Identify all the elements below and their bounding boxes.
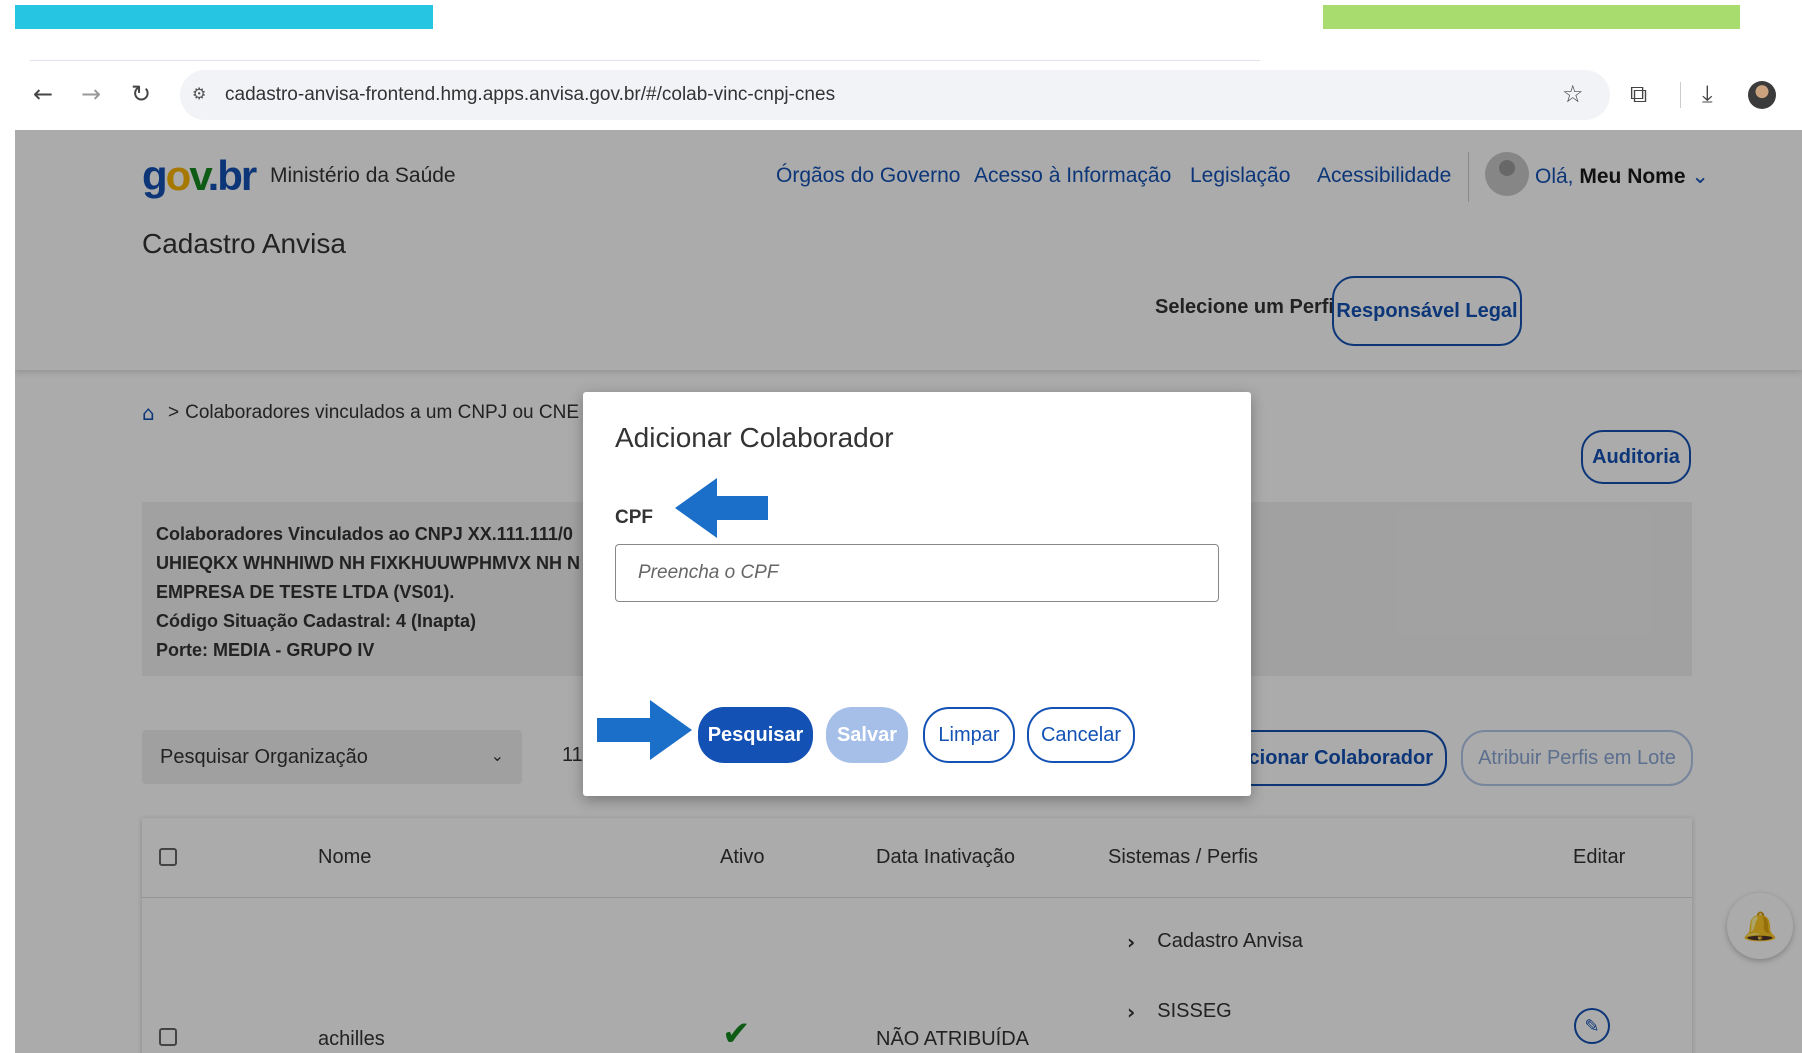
- salvar-button[interactable]: Salvar: [826, 707, 908, 763]
- forward-icon[interactable]: →: [76, 80, 106, 108]
- top-color-bar-cyan: [15, 5, 433, 29]
- url-text[interactable]: cadastro-anvisa-frontend.hmg.apps.anvisa…: [225, 84, 835, 106]
- cpf-input[interactable]: [615, 544, 1219, 602]
- browser-profile-avatar[interactable]: [1748, 81, 1776, 109]
- bookmark-star-icon[interactable]: ☆: [1562, 80, 1584, 108]
- download-icon[interactable]: ⤓: [1702, 80, 1713, 108]
- limpar-button[interactable]: Limpar: [923, 707, 1015, 763]
- extensions-icon[interactable]: ⧉: [1630, 80, 1647, 108]
- cpf-label: CPF: [615, 507, 653, 528]
- top-color-bar-green: [1323, 5, 1740, 29]
- modal-title: Adicionar Colaborador: [615, 422, 894, 453]
- back-icon[interactable]: ←: [28, 80, 58, 108]
- toolbar-separator: [1680, 82, 1681, 108]
- arrow-right-annotation: [597, 700, 692, 760]
- reload-icon[interactable]: ↻: [126, 80, 156, 108]
- arrow-left-annotation: [675, 478, 768, 538]
- cancelar-button[interactable]: Cancelar: [1027, 707, 1135, 763]
- pesquisar-button[interactable]: Pesquisar: [698, 707, 813, 763]
- site-settings-icon[interactable]: ⚙: [192, 84, 214, 106]
